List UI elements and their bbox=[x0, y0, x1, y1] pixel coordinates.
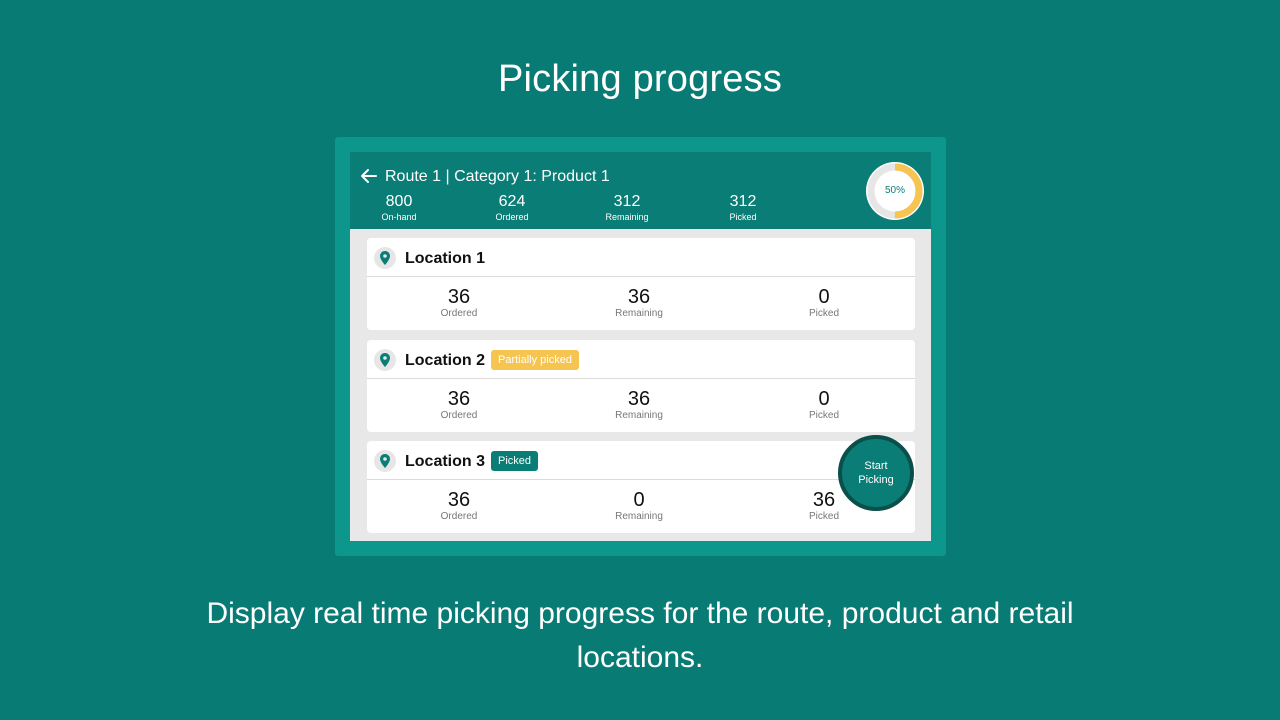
stat-label: Remaining bbox=[615, 511, 663, 522]
location-card[interactable]: Location 3 Picked 36 Ordered 0 Remaining… bbox=[367, 441, 915, 533]
summary-on-hand: 800 On-hand bbox=[354, 193, 444, 222]
stat-label: Remaining bbox=[615, 410, 663, 421]
summary-value: 800 bbox=[385, 193, 413, 210]
device-frame: Route 1 | Category 1: Product 1 800 On-h… bbox=[335, 137, 946, 556]
stat-value: 0 bbox=[633, 489, 645, 511]
summary-label: Ordered bbox=[495, 212, 529, 222]
stat-label: Picked bbox=[808, 308, 839, 319]
summary-label: On-hand bbox=[381, 212, 417, 222]
location-remaining: 36 Remaining bbox=[579, 286, 699, 320]
location-name: Location 2 bbox=[405, 352, 486, 369]
location-ordered: 36 Ordered bbox=[399, 489, 519, 523]
app-header: Route 1 | Category 1: Product 1 800 On-h… bbox=[350, 152, 931, 229]
summary-picked: 312 Picked bbox=[698, 193, 788, 222]
location-ordered: 36 Ordered bbox=[399, 286, 519, 320]
stat-value: 36 bbox=[447, 388, 471, 410]
page-title: Picking progress bbox=[497, 58, 783, 100]
fab-label-line1: Start bbox=[864, 460, 888, 472]
stat-value: 36 bbox=[627, 286, 651, 308]
location-remaining: 36 Remaining bbox=[579, 388, 699, 422]
summary-value: 312 bbox=[613, 193, 641, 210]
location-picked: 0 Picked bbox=[764, 388, 884, 422]
location-card-header: Location 1 bbox=[367, 238, 915, 277]
progress-percent: 50% bbox=[884, 185, 905, 196]
stat-value: 0 bbox=[818, 286, 830, 308]
stat-label: Picked bbox=[808, 511, 839, 522]
summary-remaining: 312 Remaining bbox=[582, 193, 672, 222]
stat-value: 36 bbox=[447, 286, 471, 308]
status-badge: Partially picked bbox=[491, 350, 579, 370]
stat-value: 36 bbox=[447, 489, 471, 511]
status-badge: Picked bbox=[491, 451, 539, 471]
summary-ordered: 624 Ordered bbox=[467, 193, 557, 222]
stat-label: Ordered bbox=[440, 410, 478, 421]
stat-label: Picked bbox=[808, 410, 839, 421]
location-remaining: 0 Remaining bbox=[579, 489, 699, 523]
summary-label: Picked bbox=[729, 212, 757, 222]
stat-label: Remaining bbox=[615, 308, 663, 319]
location-card[interactable]: Location 1 36 Ordered 36 Remaining 0 Pic… bbox=[367, 238, 915, 330]
location-name: Location 1 bbox=[405, 250, 486, 267]
map-pin-icon bbox=[374, 349, 396, 371]
arrow-left-icon[interactable] bbox=[359, 168, 377, 184]
stat-label: Ordered bbox=[440, 511, 478, 522]
location-ordered: 36 Ordered bbox=[399, 388, 519, 422]
summary-value: 312 bbox=[729, 193, 757, 210]
map-pin-icon bbox=[374, 247, 396, 269]
fab-label-line2: Picking bbox=[858, 474, 894, 486]
stat-value: 36 bbox=[627, 388, 651, 410]
location-card-header: Location 2 Partially picked bbox=[367, 340, 915, 379]
stat-value: 0 bbox=[818, 388, 830, 410]
summary-value: 624 bbox=[498, 193, 526, 210]
location-card[interactable]: Location 2 Partially picked 36 Ordered 3… bbox=[367, 340, 915, 432]
start-picking-button[interactable]: Start Picking bbox=[838, 435, 914, 511]
summary-label: Remaining bbox=[605, 212, 649, 222]
page-caption: Display real time picking progress for t… bbox=[206, 597, 1074, 674]
location-name: Location 3 bbox=[405, 453, 486, 470]
header-title: Route 1 | Category 1: Product 1 bbox=[385, 168, 610, 185]
map-pin-icon bbox=[374, 450, 396, 472]
stat-label: Ordered bbox=[440, 308, 478, 319]
location-card-header: Location 3 Picked bbox=[367, 441, 915, 480]
location-picked: 0 Picked bbox=[764, 286, 884, 320]
